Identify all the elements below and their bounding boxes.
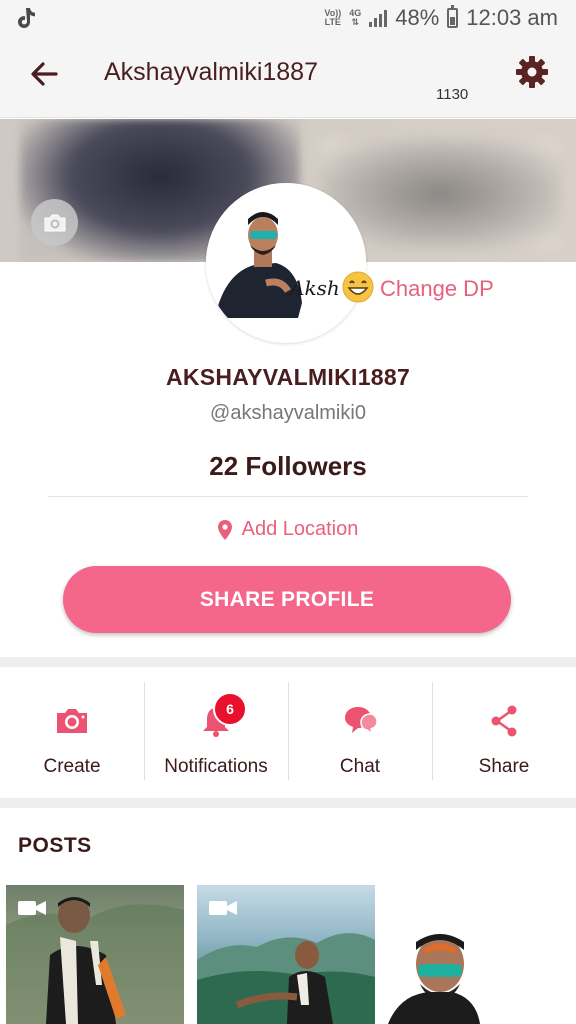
notification-badge: 6 — [213, 692, 247, 726]
battery-icon — [447, 5, 459, 28]
profile-actions: Create Notifications Chat Share — [0, 668, 576, 798]
share-label: Share — [478, 756, 530, 777]
share-button[interactable]: Share — [432, 668, 576, 798]
add-location-label: Add Location — [241, 518, 359, 540]
add-location-link[interactable]: Add Location — [0, 518, 576, 541]
page-title: Akshayvalmiki1887 — [104, 58, 318, 86]
video-camera-icon — [209, 901, 237, 915]
counter-text: 1130 — [436, 86, 469, 103]
app-bar: Akshayvalmiki1887 1130 — [0, 38, 576, 118]
chat-label: Chat — [339, 756, 381, 777]
posts-heading: POSTS — [18, 834, 92, 857]
chat-icon — [345, 707, 378, 736]
volte-indicator: Vo)) LTE — [324, 9, 341, 27]
clock: 12:03 am — [466, 5, 558, 30]
post-image — [388, 934, 480, 1024]
divider — [48, 496, 528, 497]
change-dp-link[interactable]: Change DP — [380, 276, 494, 302]
profile-avatar[interactable]: Aksh — [206, 183, 366, 343]
create-label: Create — [43, 756, 101, 777]
avatar-signature: Aksh — [288, 276, 340, 300]
back-arrow-icon[interactable] — [26, 56, 62, 92]
tiktok-icon — [18, 8, 35, 28]
location-pin-icon — [217, 519, 232, 540]
section-divider — [0, 657, 576, 667]
battery-percent: 48% — [395, 5, 440, 30]
share-profile-button[interactable]: SHARE PROFILE — [63, 566, 511, 633]
post-thumbnail[interactable] — [6, 885, 184, 1024]
display-name: AKSHAYVALMIKI1887 — [165, 364, 411, 390]
followers-count[interactable]: 22 Followers — [0, 451, 576, 482]
data-arrows-icon: ⇅ — [351, 17, 359, 27]
share-icon — [491, 705, 517, 737]
video-camera-icon — [18, 901, 46, 915]
camera-icon — [44, 214, 65, 231]
status-bar: Vo)) LTE 4G ⇅ 48% 12:03 am — [0, 0, 576, 38]
post-thumbnail[interactable] — [380, 928, 480, 1024]
username-handle: @akshayvalmiki0 — [210, 402, 366, 424]
lte-text: LTE — [324, 17, 341, 27]
notifications-label: Notifications — [164, 756, 268, 777]
notifications-button[interactable]: Notifications — [144, 668, 288, 798]
post-thumbnail[interactable] — [197, 885, 375, 1024]
avatar-image: Aksh — [206, 183, 366, 343]
section-divider — [0, 798, 576, 808]
create-button[interactable]: Create — [0, 668, 144, 798]
chat-button[interactable]: Chat — [288, 668, 432, 798]
change-cover-button[interactable] — [31, 199, 78, 246]
signal-icon — [369, 9, 388, 27]
camera-icon — [57, 709, 87, 733]
net-type-indicator: 4G ⇅ — [349, 9, 361, 27]
grinning-emoji-icon — [342, 271, 374, 303]
gear-icon[interactable] — [512, 52, 552, 92]
